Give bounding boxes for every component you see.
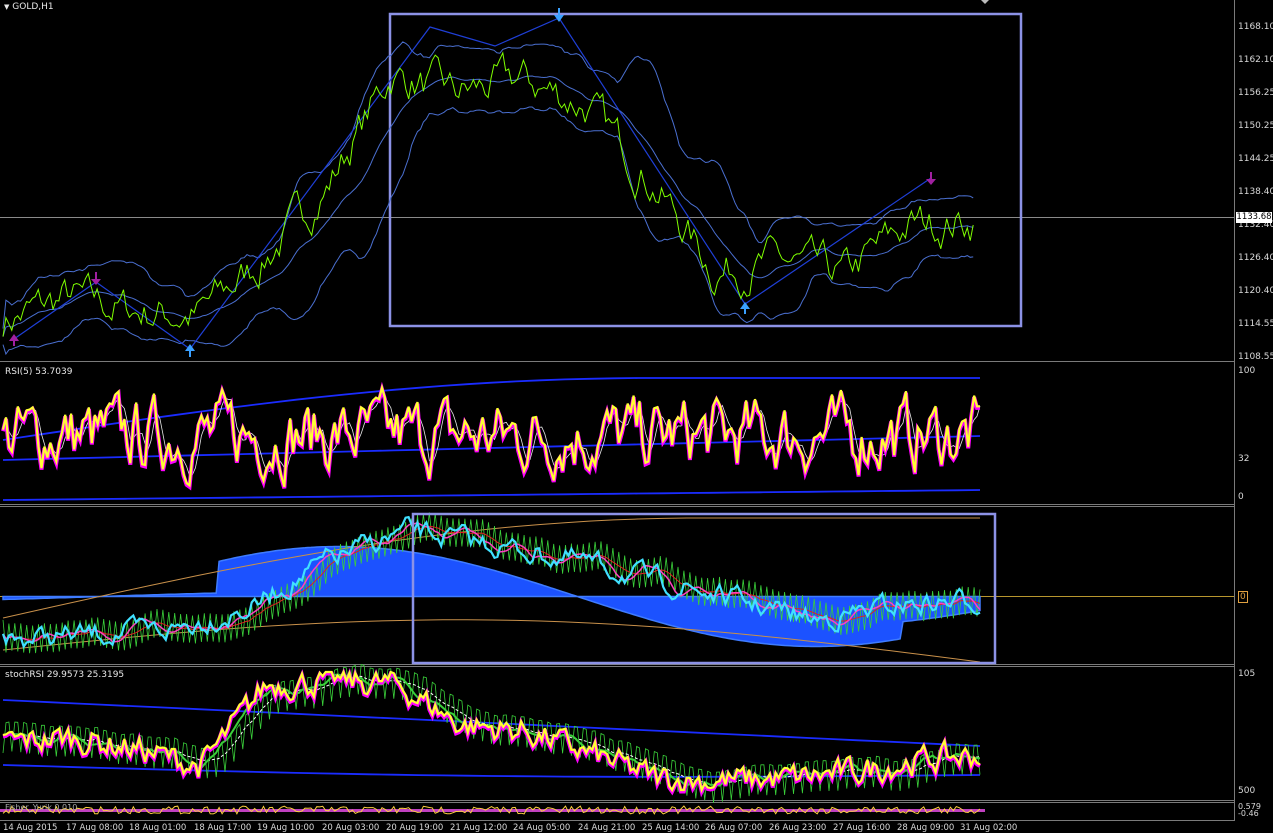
price-panel[interactable]: [0, 0, 1234, 357]
stochrsi-level: 105: [1238, 669, 1256, 679]
rsi-level: 0: [1238, 492, 1244, 502]
macd-histogram: [2, 545, 981, 648]
time-axis-tick: 28 Aug 09:00: [897, 823, 955, 833]
bollinger-middle-band: [2, 75, 974, 337]
time-axis-tick: 19 Aug 10:00: [257, 823, 315, 833]
down-arrow-icon: [91, 272, 101, 285]
chart-shift-marker-icon[interactable]: [981, 0, 989, 4]
price-axis-tick: 1156.25: [1238, 88, 1273, 98]
rsi-line: [1, 383, 981, 488]
time-axis-tick: 17 Aug 08:00: [66, 823, 124, 833]
stochrsi-panel-label: stochRSI 29.9573 25.3195: [5, 670, 125, 680]
bollinger-lower-band: [2, 106, 974, 356]
time-axis-tick: 21 Aug 12:00: [450, 823, 508, 833]
time-axis-tick: 18 Aug 01:00: [129, 823, 187, 833]
price-axis-tick: 1150.25: [1238, 121, 1273, 131]
time-axis-tick: 24 Aug 05:00: [513, 823, 571, 833]
zigzag-line: [13, 17, 932, 350]
time-axis-tick: 18 Aug 17:00: [194, 823, 252, 833]
fisher-level: -0.46: [1238, 809, 1259, 818]
time-axis-tick: 14 Aug 2015: [3, 823, 58, 833]
rsi-lower-envelope: [2, 489, 981, 501]
price-axis-tick: 1162.10: [1238, 55, 1273, 65]
chart-canvas[interactable]: [0, 0, 1273, 833]
symbol-title[interactable]: ▼ GOLD,H1: [4, 2, 54, 12]
price-axis-tick: 1114.55: [1238, 319, 1273, 329]
fisher-panel[interactable]: [0, 805, 985, 815]
rsi-panel[interactable]: [1, 377, 981, 501]
time-axis-tick: 26 Aug 07:00: [705, 823, 763, 833]
price-line: [2, 51, 974, 337]
time-axis-tick: 20 Aug 03:00: [322, 823, 380, 833]
price-axis-tick: 1108.55: [1238, 352, 1273, 362]
up-arrow-icon: [740, 302, 750, 314]
rsi-level: 100: [1238, 366, 1256, 376]
bollinger-upper-band: [2, 41, 974, 329]
current-price-badge: 1133.68: [1236, 212, 1272, 223]
rsi-panel-label: RSI(5) 53.7039: [5, 367, 73, 377]
time-axis-tick: 26 Aug 23:00: [769, 823, 827, 833]
stochrsi-upper-envelope: [2, 699, 981, 747]
price-axis-tick: 1120.40: [1238, 286, 1273, 296]
selection-rectangle[interactable]: [388, 12, 1023, 328]
macd-level-marker: 0: [1238, 591, 1248, 603]
down-arrow-icon: [926, 172, 936, 185]
stochrsi-panel[interactable]: [2, 663, 981, 803]
fisher-panel-label: Fisher_Yurik 0.010: [5, 803, 78, 812]
chevron-down-icon[interactable]: ▼: [4, 3, 9, 11]
stochrsi-level: 500: [1238, 786, 1256, 796]
up-arrow-icon: [9, 334, 19, 346]
symbol-title-text: GOLD,H1: [12, 2, 54, 12]
price-axis-tick: 1138.40: [1238, 187, 1273, 197]
price-axis-tick: 1168.10: [1238, 22, 1273, 32]
time-axis-tick: 20 Aug 19:00: [386, 823, 444, 833]
time-axis-tick: 25 Aug 14:00: [642, 823, 700, 833]
price-axis-tick: 1126.40: [1238, 253, 1273, 263]
time-axis-tick: 27 Aug 16:00: [833, 823, 891, 833]
macd-panel[interactable]: [0, 512, 1234, 665]
time-axis-tick: 31 Aug 02:00: [960, 823, 1018, 833]
rsi-level: 32: [1238, 454, 1250, 464]
price-axis-tick: 1144.25: [1238, 154, 1273, 164]
time-axis-tick: 24 Aug 21:00: [578, 823, 636, 833]
